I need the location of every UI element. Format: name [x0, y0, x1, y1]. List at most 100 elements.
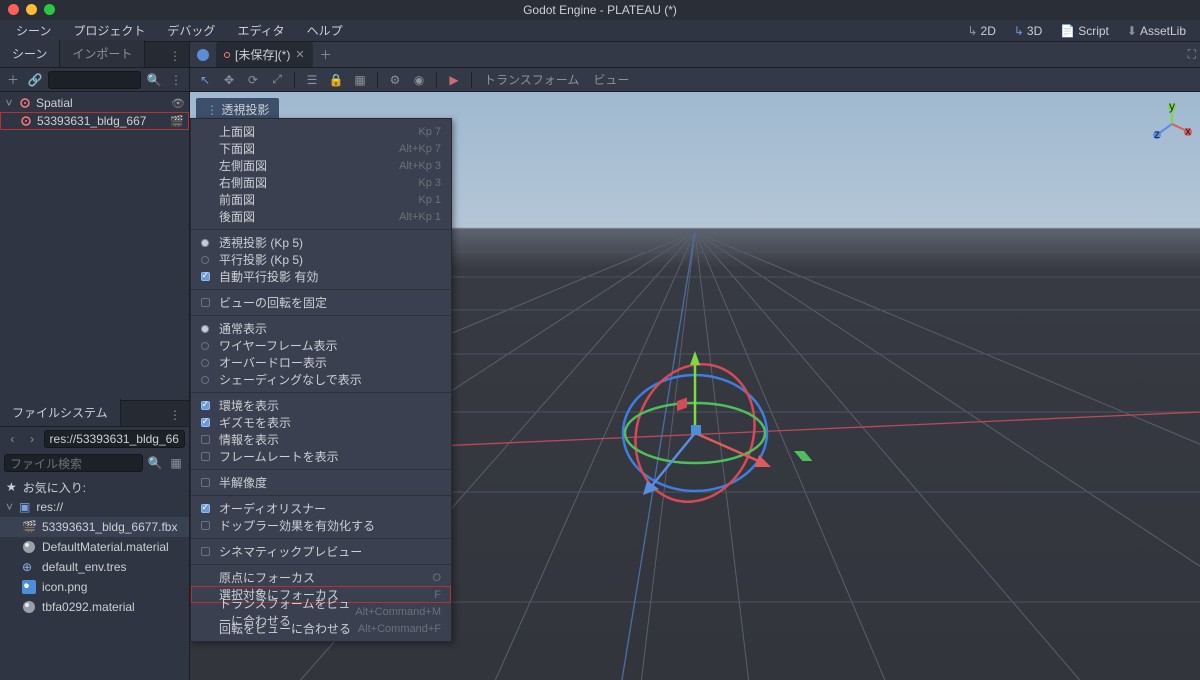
visibility-icon[interactable]: 👁 — [171, 97, 185, 110]
menu-item[interactable]: フレームレートを表示 — [191, 448, 451, 465]
search-icon[interactable]: 🔍 — [145, 71, 163, 89]
minimize-window-icon[interactable] — [26, 4, 37, 15]
spatial-node-icon — [19, 114, 33, 128]
camera-icon[interactable]: ◉ — [410, 71, 428, 89]
scale-tool-icon[interactable]: ⤢ — [268, 71, 286, 89]
menu-item[interactable]: トランスフォームをビューに合わせるAlt+Command+M — [191, 603, 451, 620]
filesystem-path-field[interactable]: res://53393631_bldg_66 — [44, 430, 185, 448]
menu-item[interactable]: ドップラー効果を有効化する — [191, 517, 451, 534]
menu-debug[interactable]: デバッグ — [157, 19, 225, 42]
tab-filesystem[interactable]: ファイルシステム — [0, 399, 121, 426]
filesystem-list[interactable]: ★ お気に入り: ˅ ▣ res:// 🎬 53393631_bldg_6677… — [0, 475, 189, 680]
expand-icon[interactable]: ˅ — [4, 96, 14, 110]
gear-icon[interactable]: ⚙ — [386, 71, 404, 89]
group-icon[interactable]: ▦ — [351, 71, 369, 89]
menu-item[interactable]: 通常表示 — [191, 320, 451, 337]
favorites-header[interactable]: ★ お気に入り: — [0, 477, 189, 497]
file-row[interactable]: tbfa0292.material — [0, 597, 189, 617]
menu-item-label: ドップラー効果を有効化する — [219, 517, 375, 534]
tree-node-label: 53393631_bldg_667 — [37, 114, 146, 128]
menu-project[interactable]: プロジェクト — [63, 19, 155, 42]
fs-root[interactable]: ˅ ▣ res:// — [0, 497, 189, 517]
nav-back-icon[interactable]: ‹ — [4, 430, 21, 448]
menu-item[interactable]: シネマティックプレビュー — [191, 543, 451, 560]
filter-nodes-input[interactable] — [48, 71, 141, 89]
menu-item[interactable]: オーバードロー表示 — [191, 354, 451, 371]
close-tab-icon[interactable]: ✕ — [295, 48, 304, 61]
play-icon[interactable]: ▶ — [445, 71, 463, 89]
view-axes-gizmo[interactable]: y x z — [1152, 104, 1188, 140]
tree-root-row[interactable]: ˅ Spatial 👁 — [0, 94, 189, 112]
tab-scene[interactable]: シーン — [0, 40, 60, 67]
filesystem-search-input[interactable]: ファイル検索 — [4, 454, 143, 472]
file-row[interactable]: ⊕ default_env.tres — [0, 557, 189, 577]
menu-shortcut: Alt+Command+M — [355, 606, 441, 618]
menu-item[interactable]: 自動平行投影 有効 — [191, 268, 451, 285]
check-off-icon — [199, 451, 211, 463]
menu-item[interactable]: 前面図Kp 1 — [191, 191, 451, 208]
link-icon[interactable]: 🔗 — [26, 71, 44, 89]
menu-item[interactable]: 環境を表示 — [191, 397, 451, 414]
rotation-gizmo[interactable] — [595, 333, 795, 533]
menu-item[interactable]: オーディオリスナー — [191, 500, 451, 517]
search-icon[interactable]: 🔍 — [146, 454, 164, 472]
mode-assetlib-button[interactable]: ⬇AssetLib — [1119, 21, 1194, 41]
menu-item[interactable]: 透視投影 (Kp 5) — [191, 234, 451, 251]
transform-menu[interactable]: トランスフォーム — [480, 71, 583, 88]
3d-viewport[interactable]: y x z ⋮ 透視投影 上面図Kp 7下面図Alt+Kp 7左側面図Alt+K… — [190, 92, 1200, 680]
mode-3d-button[interactable]: ↳3D — [1006, 21, 1050, 41]
file-row[interactable]: icon.png — [0, 577, 189, 597]
move-tool-icon[interactable]: ✥ — [220, 71, 238, 89]
view-mode-icon[interactable]: ▦ — [167, 454, 185, 472]
doc-tab[interactable]: [未保存](*) ✕ — [216, 42, 313, 67]
svg-text:x: x — [1185, 124, 1191, 138]
tree-options-icon[interactable]: ⋮ — [167, 71, 185, 89]
menu-item[interactable]: 情報を表示 — [191, 431, 451, 448]
menu-item[interactable]: ワイヤーフレーム表示 — [191, 337, 451, 354]
zoom-window-icon[interactable] — [44, 4, 55, 15]
rotate-tool-icon[interactable]: ⟳ — [244, 71, 262, 89]
add-node-icon[interactable]: ＋ — [4, 71, 22, 89]
menu-shortcut: Alt+Command+F — [358, 623, 441, 635]
menu-item[interactable]: 左側面図Alt+Kp 3 — [191, 157, 451, 174]
file-row[interactable]: 🎬 53393631_bldg_6677.fbx — [0, 517, 189, 537]
menu-item-label: 下面図 — [219, 140, 255, 157]
lock-icon[interactable]: 🔒 — [327, 71, 345, 89]
view-context-menu[interactable]: 上面図Kp 7下面図Alt+Kp 7左側面図Alt+Kp 3右側面図Kp 3前面… — [190, 118, 452, 642]
select-tool-icon[interactable]: ↖ — [196, 71, 214, 89]
menu-item[interactable]: 右側面図Kp 3 — [191, 174, 451, 191]
menu-item-label: 半解像度 — [219, 474, 267, 491]
scene-tree[interactable]: ˅ Spatial 👁 53393631_bldg_667 🎬 — [0, 92, 189, 400]
close-window-icon[interactable] — [8, 4, 19, 15]
mode-script-button[interactable]: 📄Script — [1052, 21, 1117, 41]
menu-item[interactable]: 平行投影 (Kp 5) — [191, 251, 451, 268]
instanced-scene-icon[interactable]: 🎬 — [170, 115, 184, 128]
menu-item[interactable]: シェーディングなしで表示 — [191, 371, 451, 388]
menu-editor[interactable]: エディタ — [227, 19, 294, 42]
menu-help[interactable]: ヘルプ — [297, 19, 353, 42]
nav-forward-icon[interactable]: › — [24, 430, 41, 448]
menu-item[interactable]: 下面図Alt+Kp 7 — [191, 140, 451, 157]
mode-2d-button[interactable]: ↳2D — [959, 21, 1003, 41]
file-row[interactable]: DefaultMaterial.material — [0, 537, 189, 557]
view-menu[interactable]: ビュー — [589, 71, 633, 88]
add-tab-icon[interactable]: ＋ — [317, 46, 335, 64]
menu-item[interactable]: ビューの回転を固定 — [191, 294, 451, 311]
check-on-icon — [199, 503, 211, 515]
menu-item[interactable]: 後面図Alt+Kp 1 — [191, 208, 451, 225]
menu-scene[interactable]: シーン — [6, 19, 61, 42]
menu-item[interactable]: 回転をビューに合わせるAlt+Command+F — [191, 620, 451, 637]
window-controls[interactable] — [8, 4, 55, 15]
menu-item[interactable]: 原点にフォーカスO — [191, 569, 451, 586]
menu-item[interactable]: 半解像度 — [191, 474, 451, 491]
menu-item-label: オーバードロー表示 — [219, 354, 327, 371]
menu-item[interactable]: ギズモを表示 — [191, 414, 451, 431]
menu-item[interactable]: 上面図Kp 7 — [191, 123, 451, 140]
tab-import[interactable]: インポート — [60, 40, 145, 67]
dock-options-icon[interactable]: ⋮ — [161, 45, 189, 67]
check-off-icon — [199, 477, 211, 489]
tree-child-row[interactable]: 53393631_bldg_667 🎬 — [0, 112, 189, 130]
dock-options-icon[interactable]: ⋮ — [161, 404, 189, 426]
distraction-free-icon[interactable]: ⛶ — [1188, 47, 1196, 62]
snap-list-icon[interactable]: ☰ — [303, 71, 321, 89]
